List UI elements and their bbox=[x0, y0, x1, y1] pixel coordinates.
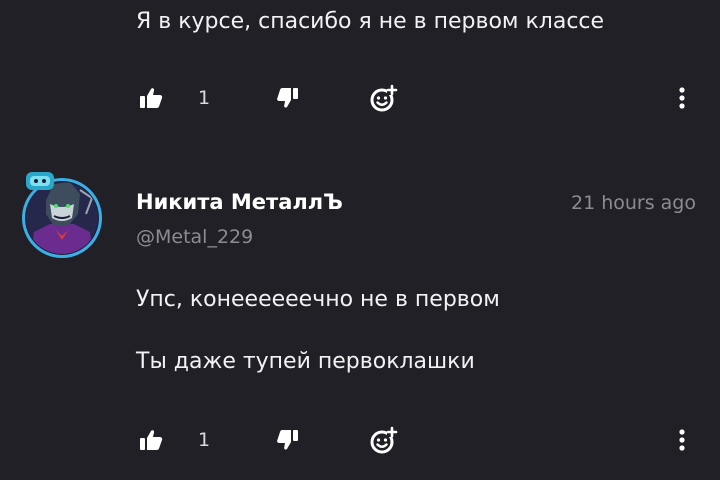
comment-text-line-2: Ты даже тупей первоклашки bbox=[136, 349, 475, 374]
more-vertical-icon[interactable] bbox=[672, 80, 692, 116]
comment-timestamp: 21 hours ago bbox=[570, 192, 696, 214]
more-vertical-icon[interactable] bbox=[672, 422, 692, 458]
comment-actions: 1 bbox=[0, 422, 720, 458]
thumbs-up-icon[interactable] bbox=[138, 80, 164, 116]
comment-text-line-1: Упс, конеееееечно не в первом bbox=[136, 287, 500, 312]
comments-screen: Я в курсе, спасибо я не в первом классе … bbox=[0, 0, 720, 480]
add-emoji-icon[interactable] bbox=[368, 80, 400, 116]
author-handle[interactable]: @Metal_229 bbox=[136, 226, 253, 248]
thumbs-down-icon[interactable] bbox=[276, 422, 300, 458]
add-emoji-icon[interactable] bbox=[368, 422, 400, 458]
previous-comment-actions: 1 bbox=[0, 80, 720, 116]
previous-comment-text: Я в курсе, спасибо я не в первом классе bbox=[136, 9, 605, 34]
author-name[interactable]: Никита МеталлЪ bbox=[136, 190, 343, 214]
thumbs-down-icon[interactable] bbox=[276, 80, 300, 116]
thumbs-up-icon[interactable] bbox=[138, 422, 164, 458]
like-count: 1 bbox=[198, 429, 211, 451]
like-count: 1 bbox=[198, 87, 211, 109]
avatar[interactable] bbox=[20, 170, 104, 260]
